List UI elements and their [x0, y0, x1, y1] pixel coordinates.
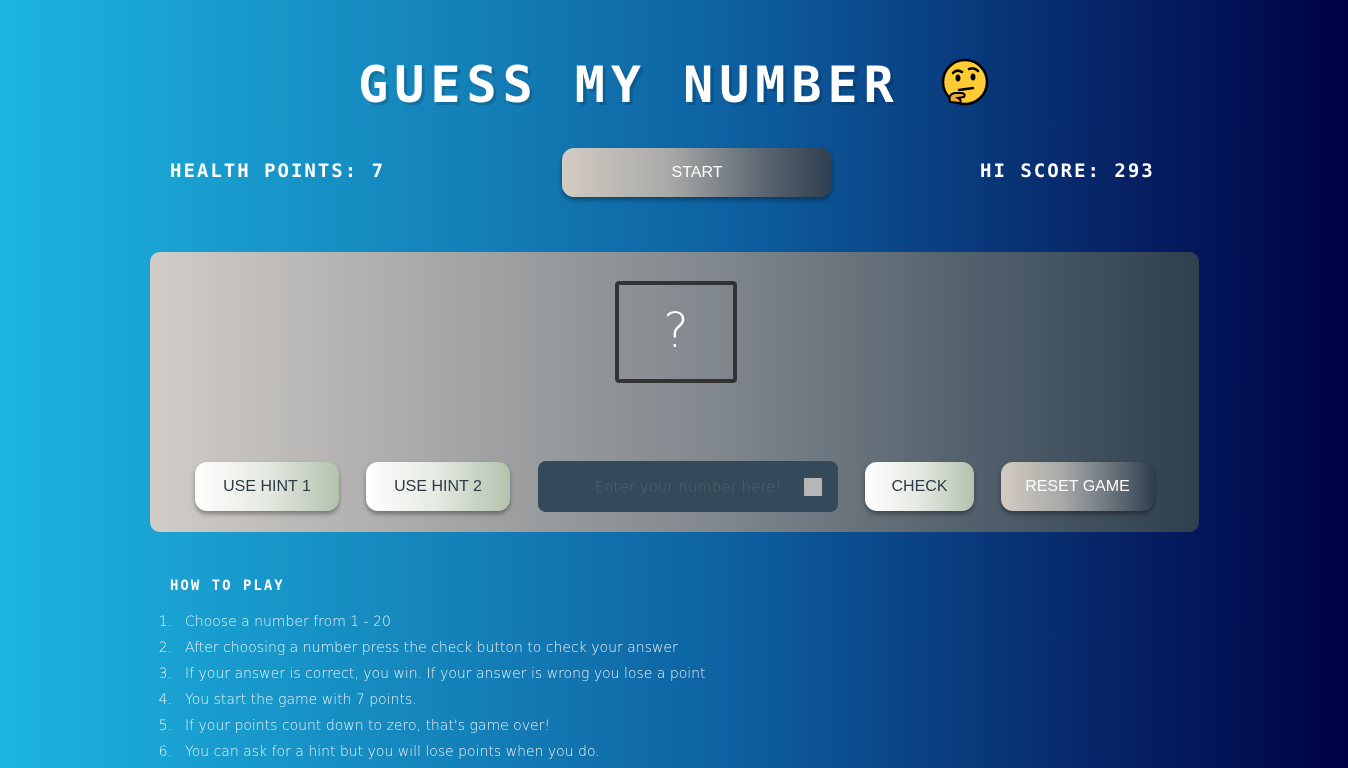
list-item: 6. You can ask for a hint but you will lo…	[158, 744, 600, 760]
page-title: GUESS MY NUMBER	[0, 56, 1348, 114]
list-item: 2. After choosing a number press the chec…	[158, 640, 678, 656]
secret-number-box: ?	[615, 281, 737, 383]
how-to-play-title: HOW TO PLAY	[170, 578, 285, 594]
list-item: 4. You start the game with 7 points.	[158, 692, 417, 708]
list-item: 1. Choose a number from 1 - 20	[158, 614, 391, 630]
how-to-play-list: 1. Choose a number from 1 - 20 2. After ch…	[150, 609, 706, 765]
number-input-container	[538, 461, 838, 512]
start-button[interactable]: START	[562, 148, 832, 197]
list-item: 3. If your answer is correct, you win. If…	[158, 666, 706, 682]
title-text: GUESS MY NUMBER	[358, 56, 900, 114]
list-item: 5. If your points count down to zero, tha…	[158, 718, 550, 734]
game-panel: ? USE HINT 1 USE HINT 2 CHECK RESET GAME	[150, 252, 1199, 532]
reset-game-button[interactable]: RESET GAME	[1001, 462, 1154, 511]
use-hint-1-button[interactable]: USE HINT 1	[195, 462, 339, 511]
thinking-face-icon	[941, 58, 989, 106]
use-hint-2-button[interactable]: USE HINT 2	[366, 462, 510, 511]
check-button[interactable]: CHECK	[865, 462, 974, 511]
health-points-label: HEALTH POINTS: 7	[170, 160, 386, 182]
input-checkbox[interactable]	[804, 478, 822, 496]
number-input[interactable]	[558, 461, 818, 512]
hi-score-label: HI SCORE: 293	[980, 160, 1155, 182]
